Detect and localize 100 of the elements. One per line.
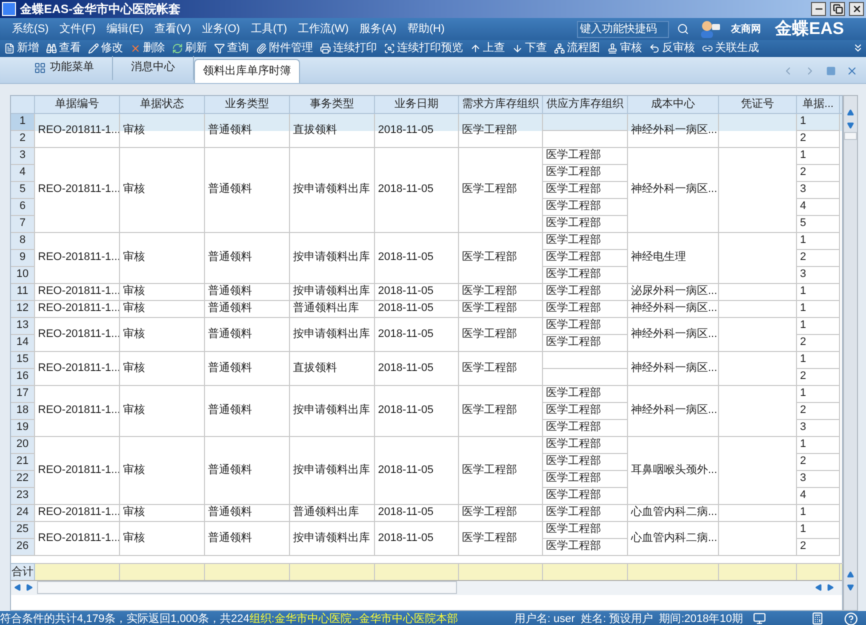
total-label: 合计: [11, 562, 35, 580]
table-cell: 医学工程部: [543, 420, 628, 436]
toolbar-button[interactable]: 下查: [512, 40, 547, 56]
table-cell: 神经外科一病区...: [628, 352, 719, 386]
table-cell: 神经外科一病区...: [628, 318, 719, 352]
menu-item[interactable]: 服务(A): [360, 20, 396, 38]
down-arrow-icon: [847, 122, 854, 128]
table-cell: 1: [797, 284, 840, 300]
menu-item[interactable]: 业务(O): [202, 20, 240, 38]
toolbar-button[interactable]: 刷新: [172, 40, 207, 56]
toolbar-button[interactable]: 删除: [130, 40, 165, 56]
tab[interactable]: 功能菜单: [16, 56, 113, 80]
table-cell: 2018-11-05: [375, 232, 459, 284]
table-cell: 医学工程部: [543, 402, 628, 420]
menu-item[interactable]: 工具(T): [250, 20, 287, 38]
table-cell: 审核: [120, 232, 205, 284]
toolbar-button[interactable]: 审核: [607, 40, 642, 56]
table-cell: 2: [797, 164, 840, 182]
vertical-scrollbar-thumb[interactable]: [844, 132, 857, 140]
menu-item[interactable]: 文件(F): [60, 20, 96, 38]
table-cell: 医学工程部: [543, 182, 628, 198]
pencil-icon: [88, 42, 99, 54]
table-cell: 医学工程部: [543, 386, 628, 402]
table-cell: 普通领料: [205, 300, 290, 318]
menu-item[interactable]: 帮助(H): [407, 20, 445, 38]
row-number: 24: [11, 504, 35, 522]
menu-item[interactable]: 工作流(W): [298, 20, 349, 38]
row-number: 12: [11, 300, 35, 318]
table-cell: 医学工程部: [459, 436, 543, 504]
table-cell: 神经外科一病区...: [628, 114, 719, 148]
close-icon: [846, 64, 858, 76]
table-cell: 耳鼻咽喉头颈外...: [628, 436, 719, 504]
binoculars-icon: [46, 42, 57, 54]
table-cell: 审核: [120, 114, 205, 148]
menu-item[interactable]: 查看(V): [154, 20, 192, 38]
tab[interactable]: 领料出库单序时簿: [194, 58, 300, 82]
menu-item[interactable]: 编辑(E): [106, 20, 144, 38]
table-cell: 2018-11-05: [375, 148, 459, 232]
up-arrow-icon: [847, 570, 854, 578]
quick-search-field[interactable]: 键入功能快捷码: [577, 20, 670, 38]
row-number: 15: [11, 352, 35, 368]
arrow-down-icon: [512, 42, 523, 54]
table-cell: 医学工程部: [543, 198, 628, 216]
table-cell: 普通领料: [205, 318, 290, 352]
table-cell: 医学工程部: [543, 454, 628, 470]
table-cell: 医学工程部: [459, 318, 543, 352]
toolbar-button[interactable]: 关联生成: [702, 40, 759, 56]
magnifier-icon: [384, 42, 395, 54]
table-cell: 普通领料: [205, 504, 290, 522]
table-cell: 直拔领料: [290, 352, 375, 386]
toolbar-button[interactable]: 查询: [214, 40, 249, 56]
table-cell: 心血管内科二病...: [628, 522, 719, 556]
toolbar-button[interactable]: 查看: [46, 40, 81, 56]
restore-button[interactable]: [830, 2, 845, 16]
toolbar-button[interactable]: 反审核: [649, 40, 695, 56]
toolbar-button[interactable]: 修改: [88, 40, 123, 56]
table-cell: 1: [797, 300, 840, 318]
table-cell: 1: [797, 504, 840, 522]
left-arrow-icon: [14, 584, 20, 591]
restore-icon: [832, 4, 842, 14]
toolbar-button[interactable]: 新增: [4, 40, 39, 56]
document-icon: [4, 42, 15, 54]
table-cell: 医学工程部: [459, 232, 543, 284]
toolbar-button[interactable]: 连续打印: [320, 40, 377, 56]
row-number: 19: [11, 420, 35, 436]
paperclip-icon: [256, 42, 267, 54]
toolbar-button[interactable]: 上查: [470, 40, 505, 56]
toolbar-button[interactable]: 连续打印预览: [384, 40, 463, 56]
row-number: 9: [11, 250, 35, 266]
table-cell: 医学工程部: [543, 250, 628, 266]
app-icon: [2, 2, 16, 16]
table-cell: 审核: [120, 148, 205, 232]
close-button[interactable]: [849, 2, 864, 16]
toolbar-button[interactable]: 流程图: [554, 40, 600, 56]
table-cell: 普通领料: [205, 352, 290, 386]
horizontal-scrollbar-thumb[interactable]: [37, 581, 457, 594]
minimize-button[interactable]: [811, 2, 826, 16]
partner-logo: 友商网: [731, 22, 762, 36]
table-cell: 按申请领料出库: [290, 386, 375, 436]
row-number: 23: [11, 488, 35, 504]
table-cell: 1: [797, 114, 840, 130]
row-number: 10: [11, 266, 35, 284]
table-cell: 医学工程部: [543, 216, 628, 232]
close-icon: [852, 4, 862, 14]
table-cell: 普通领料出库: [290, 504, 375, 522]
table-cell: 按申请领料出库: [290, 522, 375, 556]
table-cell: 医学工程部: [459, 284, 543, 300]
table-cell: 2: [797, 402, 840, 420]
record-summary: 符合条件的共计4,179条，实际返回1,000条，共224: [0, 612, 250, 625]
row-number: 14: [11, 334, 35, 352]
row-number: 3: [11, 148, 35, 164]
row-number: 11: [11, 284, 35, 300]
menu-item[interactable]: 系统(S): [12, 20, 49, 38]
window-title: 金蝶EAS-金华市中心医院帐套: [20, 1, 181, 18]
table-cell: 神经外科一病区...: [628, 300, 719, 318]
table-cell: 医学工程部: [459, 386, 543, 436]
table-cell: 2018-11-05: [375, 352, 459, 386]
toolbar-button[interactable]: 附件管理: [256, 40, 313, 56]
left-arrow-icon: [814, 584, 822, 591]
organization-label: 组织:金华市中心医院--金华市中心医院本部: [249, 612, 458, 625]
